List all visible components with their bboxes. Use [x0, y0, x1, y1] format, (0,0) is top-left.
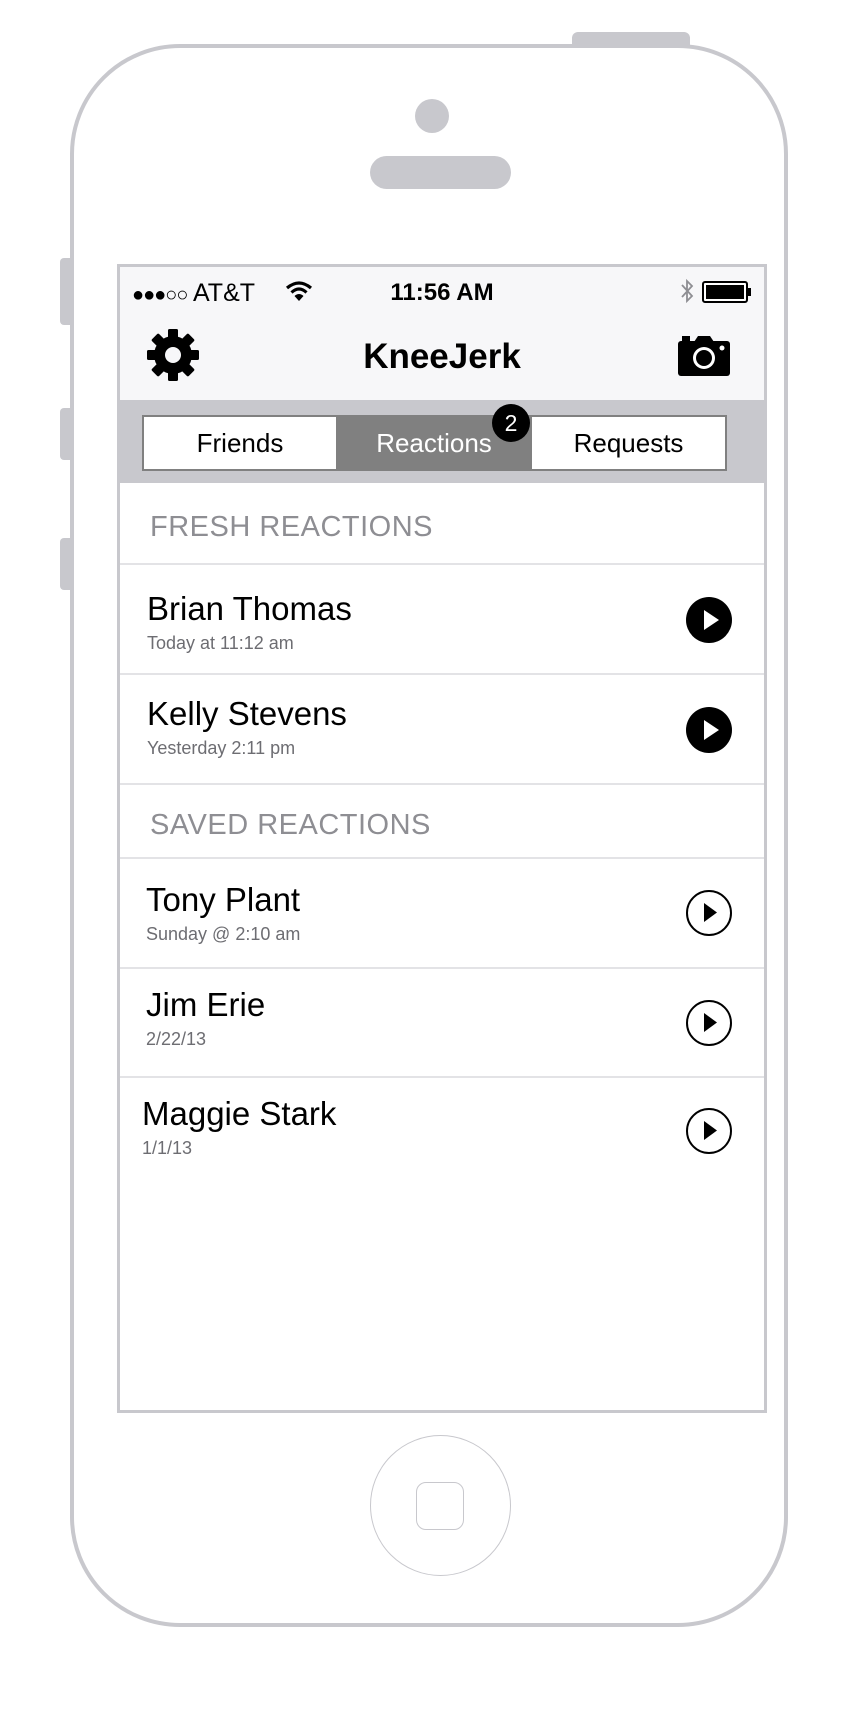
tab-requests[interactable]: Requests — [530, 415, 727, 471]
screen: ●●●○○ AT&T 11:56 AM KneeJerk Friends Rea… — [117, 264, 767, 1413]
tab-requests-label: Requests — [573, 427, 684, 458]
reaction-name: Maggie Stark — [142, 1095, 337, 1132]
status-bar: ●●●○○ AT&T 11:56 AM — [120, 267, 764, 315]
reaction-name: Jim Erie — [146, 986, 266, 1023]
tab-friends-label: Friends — [196, 427, 284, 458]
app-title: KneeJerk — [363, 337, 521, 376]
section-header-saved: SAVED REACTIONS — [120, 785, 764, 865]
bluetooth-icon — [681, 278, 694, 304]
list-item[interactable]: Maggie Stark 1/1/13 — [120, 1078, 764, 1186]
section-header-fresh-label: FRESH REACTIONS — [150, 511, 434, 543]
battery-icon — [702, 281, 751, 303]
list-item[interactable]: Jim Erie 2/22/13 — [120, 969, 764, 1077]
play-button[interactable] — [686, 707, 732, 753]
list-item[interactable]: Brian Thomas Today at 11:12 am — [120, 565, 764, 673]
earpiece-speaker — [370, 156, 511, 189]
section-header-fresh: FRESH REACTIONS — [120, 483, 764, 563]
notification-badge: 2 — [492, 404, 530, 442]
play-icon — [704, 610, 719, 630]
tab-friends[interactable]: Friends — [142, 415, 338, 471]
play-button[interactable] — [686, 1000, 732, 1046]
play-button[interactable] — [686, 890, 732, 936]
section-header-saved-label: SAVED REACTIONS — [150, 809, 431, 841]
home-button-icon — [416, 1482, 464, 1530]
play-icon — [704, 1121, 717, 1140]
camera-icon[interactable] — [677, 335, 731, 377]
reaction-time: 1/1/13 — [142, 1138, 193, 1158]
status-time: 11:56 AM — [390, 279, 494, 306]
tab-reactions-label: Reactions — [376, 427, 492, 458]
play-button[interactable] — [686, 597, 732, 643]
front-camera — [415, 99, 449, 133]
reaction-time: Today at 11:12 am — [147, 633, 294, 653]
list-item[interactable]: Tony Plant Sunday @ 2:10 am — [120, 859, 764, 967]
play-icon — [704, 1013, 717, 1032]
reaction-time: 2/22/13 — [146, 1029, 207, 1049]
reaction-name: Kelly Stevens — [147, 695, 347, 732]
play-button[interactable] — [686, 1108, 732, 1154]
reaction-name: Brian Thomas — [147, 590, 352, 627]
reaction-time: Yesterday 2:11 pm — [147, 738, 296, 758]
play-icon — [704, 903, 717, 922]
reaction-time: Sunday @ 2:10 am — [146, 924, 301, 944]
tab-bar: Friends Reactions Requests 2 — [120, 400, 764, 483]
nav-bar: KneeJerk — [120, 315, 764, 400]
list-item[interactable]: Kelly Stevens Yesterday 2:11 pm — [120, 675, 764, 783]
reaction-name: Tony Plant — [146, 881, 301, 918]
play-icon — [704, 720, 719, 740]
